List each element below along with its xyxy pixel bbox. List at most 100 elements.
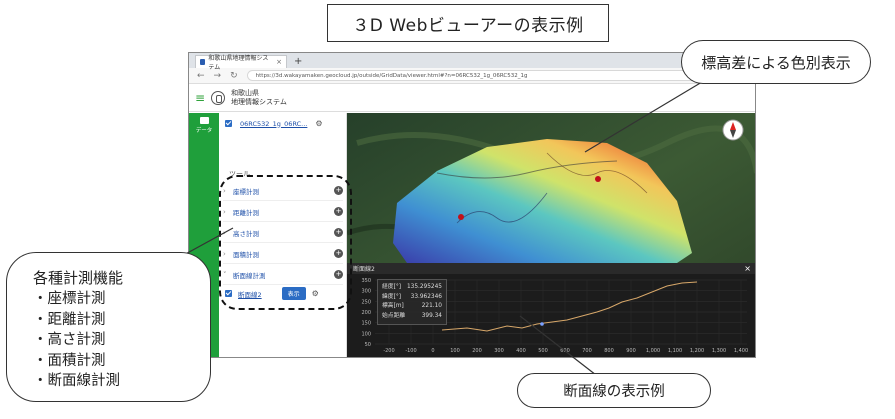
tool-row-height[interactable]: › 高さ計測 +: [223, 223, 343, 243]
rail-item-data[interactable]: データ: [189, 117, 219, 134]
prefecture-logo-icon: [211, 90, 226, 105]
callout-tools-title: 各種計測機能: [33, 269, 124, 287]
x-tick-label: -100: [405, 348, 416, 354]
x-tick-label: 0: [431, 348, 434, 354]
browser-tab[interactable]: 和歌山県地理情報システム ×: [195, 55, 287, 71]
tab-title: 和歌山県地理情報システム: [208, 55, 269, 71]
layer-row: 06RC532_1g_06RC... ⚙: [225, 119, 323, 128]
x-tick-label: 400: [516, 348, 526, 354]
x-tick-label: 800: [604, 348, 614, 354]
profile-checkbox[interactable]: [225, 290, 232, 297]
tool-row-profile[interactable]: ˅ 断面線計測 +: [223, 265, 343, 285]
tool-label: 高さ計測: [233, 229, 259, 238]
y-tick-label: 150: [361, 321, 371, 327]
x-tick-label: 900: [626, 348, 636, 354]
browser-window: 和歌山県地理情報システム × + — □ × ← → ↻ https://3d.…: [188, 52, 756, 358]
reload-icon[interactable]: ↻: [230, 71, 238, 81]
profile-layer-link[interactable]: 断面線2: [238, 289, 262, 299]
x-tick-label: 700: [582, 348, 592, 354]
chevron-right-icon: ›: [223, 249, 226, 258]
forward-icon[interactable]: →: [214, 71, 222, 81]
address-bar: ← → ↻ https://3d.wakayamaken.geocloud.jp…: [189, 68, 755, 84]
chevron-right-icon: ›: [223, 228, 226, 237]
y-tick-label: 100: [361, 331, 371, 337]
rail-item-label: データ: [195, 128, 213, 134]
show-button[interactable]: 表示: [281, 287, 306, 300]
tooltip-dist-value: 399.34: [421, 312, 442, 319]
tools-heading: ツール: [229, 170, 250, 178]
y-tick-label: 200: [361, 310, 371, 316]
y-tick-label: 300: [361, 289, 371, 295]
tooltip-dist-label: 始点距離: [382, 312, 406, 319]
x-tick-label: 1,100: [668, 348, 682, 354]
app-title-line2: 地理情報システム: [231, 97, 287, 106]
tool-label: 座標計測: [233, 187, 259, 196]
tool-label: 距離計測: [233, 208, 259, 217]
add-icon[interactable]: +: [334, 270, 343, 279]
x-tick-label: 200: [472, 348, 482, 354]
x-tick-label: -200: [383, 348, 394, 354]
profile-close-icon[interactable]: ×: [744, 264, 751, 273]
callout-tools-item: ・断面線計測: [33, 373, 120, 389]
chevron-right-icon: ›: [223, 207, 226, 216]
callout-tools-item: ・高さ計測: [33, 332, 106, 348]
y-tick-label: 350: [361, 278, 371, 284]
app-title-line1: 和歌山県: [231, 88, 260, 97]
tool-panel: 06RC532_1g_06RC... ⚙ ツール › 座標計測 + › 距離計測…: [219, 113, 347, 357]
tool-row-coordinate[interactable]: › 座標計測 +: [223, 181, 343, 201]
tool-label: 断面線計測: [233, 271, 266, 280]
profile-hover-point: [540, 322, 544, 326]
gear-icon[interactable]: ⚙: [315, 119, 322, 128]
chevron-right-icon: ›: [223, 186, 226, 195]
tab-close-icon[interactable]: ×: [276, 58, 282, 66]
profile-point-start[interactable]: [458, 214, 464, 220]
callout-tools-item: ・面積計測: [33, 352, 106, 369]
callout-elevation: 標高差による色別表示: [681, 40, 871, 84]
add-icon[interactable]: +: [334, 249, 343, 258]
add-icon[interactable]: +: [334, 186, 343, 195]
tooltip-elev-label: 標高[m]: [382, 303, 404, 309]
add-icon[interactable]: +: [334, 228, 343, 237]
url-input[interactable]: https://3d.wakayamaken.geocloud.jp/outsi…: [246, 70, 712, 81]
elevation-profile-line: [441, 281, 698, 332]
x-tick-label: 1,400: [734, 348, 748, 354]
add-icon[interactable]: +: [334, 207, 343, 216]
callout-tools-item: ・座標計測: [33, 291, 106, 307]
tool-row-distance[interactable]: › 距離計測 +: [223, 202, 343, 222]
y-tick-label: 50: [365, 342, 371, 348]
callout-tools: 各種計測機能 ・座標計測 ・距離計測 ・高さ計測 ・面積計測 ・断面線計測: [6, 252, 211, 402]
hamburger-menu-icon[interactable]: ≡: [195, 91, 205, 105]
x-tick-label: 100: [450, 348, 460, 354]
profile-tooltip: 経度[°] 135.295245 緯度[°] 33.962346 標高[m] 221.…: [377, 279, 447, 325]
tooltip-lat-label: 緯度[°]: [382, 293, 402, 300]
tool-row-area[interactable]: › 面積計測 +: [223, 244, 343, 264]
back-icon[interactable]: ←: [197, 71, 205, 81]
profile-chart-panel: 断面線2 × 350 300 250 200 150 100 50 -200 -100 0 100 2…: [347, 263, 755, 357]
new-tab-button[interactable]: +: [291, 55, 305, 68]
x-tick-label: 600: [560, 348, 570, 354]
tooltip-lat-value: 33.962346: [410, 293, 442, 300]
tab-strip: 和歌山県地理情報システム × + — □ ×: [189, 53, 755, 71]
gear-icon[interactable]: ⚙: [312, 289, 319, 298]
y-tick-label: 250: [361, 299, 371, 305]
profile-panel-title: 断面線2: [353, 266, 375, 273]
compass-icon[interactable]: [722, 119, 744, 141]
x-tick-label: 1,200: [690, 348, 704, 354]
page-title: ３D Webビューアーの表示例: [327, 4, 609, 42]
x-tick-label: 300: [494, 348, 504, 354]
profile-layer-row: 断面線2 表示 ⚙: [225, 287, 319, 300]
app-title: 和歌山県 地理情報システム: [231, 89, 287, 107]
tool-label: 面積計測: [233, 250, 259, 259]
tooltip-lon-value: 135.295245: [406, 284, 442, 290]
layer-name-link[interactable]: 06RC532_1g_06RC...: [240, 120, 307, 128]
layer-checkbox[interactable]: [225, 120, 232, 127]
profile-point-end[interactable]: [595, 176, 601, 182]
folder-icon: [199, 117, 209, 124]
tooltip-lon-label: 経度[°]: [382, 284, 402, 290]
favicon-icon: [200, 59, 206, 65]
app-header: ≡ 和歌山県 地理情報システム: [189, 84, 755, 112]
profile-panel-header: 断面線2 ×: [347, 263, 755, 274]
tooltip-elev-value: 221.10: [421, 303, 442, 309]
callout-tools-item: ・距離計測: [33, 311, 106, 328]
x-tick-label: 1,000: [646, 348, 660, 354]
